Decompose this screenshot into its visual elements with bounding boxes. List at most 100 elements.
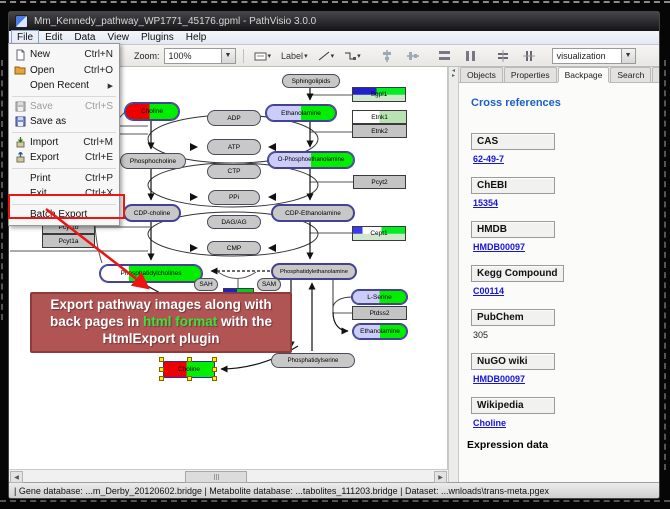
expression-data-heading: Expression data — [467, 439, 659, 451]
stack-vertical-icon — [523, 50, 535, 62]
selection-handle[interactable] — [187, 357, 192, 362]
save-as-icon — [13, 116, 27, 127]
node-phosphatidylethanolamine[interactable]: Phosphatidylethanolamine — [272, 264, 356, 279]
tab-search[interactable]: Search — [610, 67, 651, 82]
tab-legend[interactable]: Legend — [652, 67, 660, 82]
backpage-value: 305 — [473, 330, 659, 340]
backpage-section: Wikipedia Choline — [471, 395, 659, 428]
backpage-section: ChEBI 15354 — [471, 175, 659, 208]
backpage-link[interactable]: 15354 — [473, 198, 659, 208]
selection-handle[interactable] — [159, 376, 164, 381]
node-atp[interactable]: ATP — [207, 139, 261, 155]
toolbar-separator — [243, 49, 244, 63]
node-sphingolipids[interactable]: Sphingolipids — [282, 74, 340, 88]
node-etnk2[interactable]: Etnk2 — [352, 124, 407, 138]
node-ethanolamine[interactable]: Ethanolamine — [266, 105, 336, 121]
tab-objects[interactable]: Objects — [460, 67, 503, 82]
selection-handle[interactable] — [159, 357, 164, 362]
chevron-down-icon[interactable]: ▼ — [621, 49, 635, 63]
zoom-combobox[interactable]: 100% ▼ — [164, 48, 236, 64]
backpage-link[interactable]: HMDB00097 — [473, 242, 659, 252]
distribute-vertical-icon — [464, 50, 477, 62]
zoom-label: Zoom: — [134, 51, 160, 61]
menu-plugins[interactable]: Plugins — [135, 31, 180, 44]
label-tool-button[interactable]: Label ▾ — [278, 47, 311, 65]
visualization-combobox[interactable]: visualization ▼ — [552, 48, 636, 64]
node-phosphocholine[interactable]: Phosphocholine — [120, 153, 186, 169]
backpage-section-header: CAS — [471, 133, 555, 150]
submenu-arrow-icon: ▶ — [108, 82, 113, 90]
file-menu-export[interactable]: ExportCtrl+E — [9, 150, 119, 166]
node-pcyt2[interactable]: Pcyt2 — [353, 175, 406, 189]
backpage-section: NuGO wiki HMDB00097 — [471, 351, 659, 384]
node-phosphatidylcholines[interactable]: Phosphatidylcholines — [100, 265, 202, 282]
node-dag-ag[interactable]: DAG/AG — [207, 215, 261, 229]
align-middle-button[interactable] — [402, 47, 424, 65]
selection-handle[interactable] — [159, 367, 164, 372]
distribute-vertical-button[interactable] — [460, 47, 482, 65]
file-menu-open-recent[interactable]: Open Recent▶ — [9, 78, 119, 94]
selection-handle[interactable] — [212, 367, 217, 372]
node-cept1[interactable]: Cept1 — [352, 226, 406, 241]
node-adp[interactable]: ADP — [207, 110, 261, 126]
backpage-panel: Cross references CAS 62-49-7 ChEBI 15354… — [459, 83, 659, 482]
backpage-section: Kegg Compound C00114 — [471, 263, 659, 296]
frame-dash-right — [664, 60, 666, 470]
save-icon — [13, 101, 27, 112]
status-bar: | Gene database: ...m_Derby_20120602.bri… — [9, 482, 659, 498]
backpage-link[interactable]: Choline — [473, 418, 659, 428]
tab-backpage[interactable]: Backpage — [558, 67, 610, 82]
line-tool-button[interactable]: ▾ — [315, 47, 338, 65]
node-cdp-ethanolamine[interactable]: CDP-Ethanolamine — [272, 205, 354, 221]
align-center-button[interactable] — [376, 47, 398, 65]
menu-help[interactable]: Help — [180, 31, 213, 44]
menu-separator — [12, 132, 116, 133]
node-pcyt1a[interactable]: Pcyt1a — [42, 234, 95, 248]
backpage-link[interactable]: HMDB00097 — [473, 374, 659, 384]
stack-horizontal-icon — [497, 50, 509, 62]
app-icon — [15, 15, 28, 28]
connector-tool-button[interactable]: ▾ — [341, 47, 364, 65]
node-phosphatidylserine[interactable]: Phosphatidylserine — [271, 353, 355, 368]
distribute-horizontal-button[interactable] — [434, 47, 456, 65]
backpage-section-header: Wikipedia — [471, 397, 555, 414]
node-choline[interactable]: Choline — [125, 103, 179, 120]
node-etnk1[interactable]: Etnk1 — [352, 110, 407, 124]
selection-handle[interactable] — [212, 357, 217, 362]
stack-vertical-button[interactable] — [518, 47, 540, 65]
node-sam[interactable]: SAM — [257, 278, 281, 291]
file-menu-import[interactable]: ImportCtrl+M — [9, 135, 119, 151]
file-menu-save-as[interactable]: Save as — [9, 114, 119, 130]
node-cmp[interactable]: CMP — [207, 241, 261, 255]
chevron-down-icon[interactable]: ▼ — [221, 49, 235, 63]
node-ptdss2[interactable]: Ptdss2 — [352, 306, 407, 320]
node-l-serine[interactable]: L-Serine — [352, 290, 407, 304]
node-sah[interactable]: SAH — [194, 278, 218, 291]
datanode-tool-button[interactable]: ▾ — [251, 47, 275, 65]
node-o-phosphoethanolamine[interactable]: O-Phosphoethanolamine — [268, 152, 354, 168]
scrollbar-thumb[interactable] — [185, 471, 247, 483]
node-cdp-choline[interactable]: CDP-choline — [124, 205, 180, 221]
backpage-link[interactable]: C00114 — [473, 286, 659, 296]
tab-properties[interactable]: Properties — [504, 67, 557, 82]
file-menu-save[interactable]: SaveCtrl+S — [9, 99, 119, 115]
node-ctp[interactable]: CTP — [207, 164, 261, 179]
file-menu-print[interactable]: PrintCtrl+P — [9, 171, 119, 187]
scroll-left-icon[interactable]: ◀ — [10, 471, 23, 483]
backpage-link[interactable]: 62-49-7 — [473, 154, 659, 164]
collapse-right-icon[interactable]: ▸ — [452, 74, 455, 79]
backpage-section: CAS 62-49-7 — [471, 131, 659, 164]
node-ethanolamine-bottom[interactable]: Ethanolamine — [353, 324, 407, 339]
horizontal-scrollbar[interactable]: ◀ ▶ — [9, 469, 448, 482]
file-menu-open[interactable]: OpenCtrl+O — [9, 63, 119, 79]
label-tool-text: Label — [281, 51, 303, 61]
datanode-icon — [254, 51, 267, 61]
panel-splitter[interactable]: ◂▸ — [448, 67, 459, 482]
selection-handle[interactable] — [212, 376, 217, 381]
stack-horizontal-button[interactable] — [492, 47, 514, 65]
node-ppi[interactable]: PPi — [208, 190, 260, 205]
selection-handle[interactable] — [187, 376, 192, 381]
scroll-right-icon[interactable]: ▶ — [434, 471, 447, 483]
file-menu-new[interactable]: NewCtrl+N — [9, 47, 119, 63]
node-sgpl1[interactable]: Sgpl1 — [352, 87, 406, 102]
